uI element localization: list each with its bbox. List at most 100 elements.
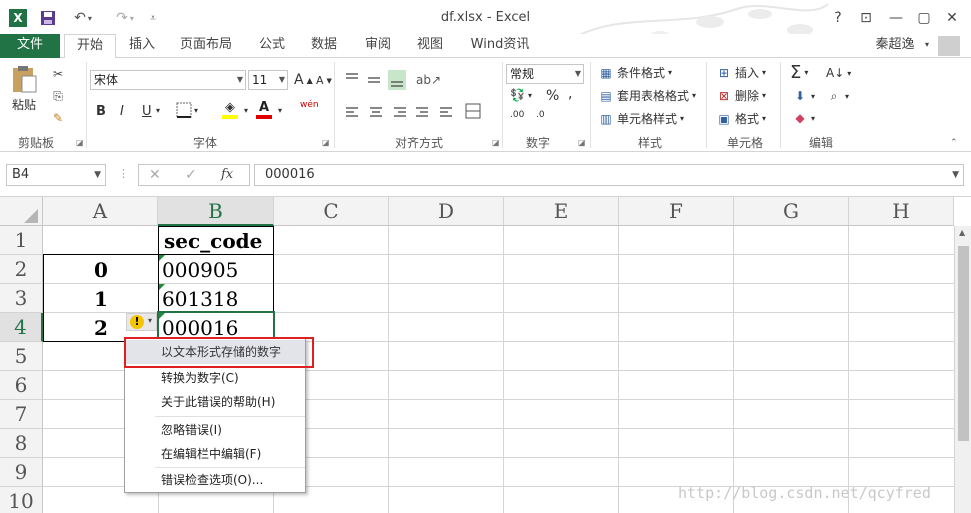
tab-home[interactable]: 开始 — [64, 34, 116, 59]
tab-data[interactable]: 数据 — [302, 34, 346, 58]
cell-a3[interactable]: 1 — [94, 287, 108, 311]
font-name-combo[interactable]: 宋体 ▼ — [90, 70, 246, 90]
row-header-8[interactable]: 8 — [0, 429, 43, 458]
cut-icon[interactable]: ✂ — [50, 66, 66, 82]
maximize-button[interactable]: ▢ — [912, 8, 936, 28]
borders-dropdown-icon[interactable]: ▾ — [194, 106, 198, 115]
tab-wind[interactable]: Wind资讯 — [464, 34, 536, 58]
font-color-dropdown-icon[interactable]: ▾ — [278, 106, 282, 115]
row-header-10[interactable]: 10 — [0, 487, 43, 513]
close-button[interactable]: ✕ — [940, 8, 964, 28]
clear-icon[interactable]: ◆ ▾ — [792, 110, 815, 126]
column-header-a[interactable]: A — [43, 197, 158, 226]
font-color-button[interactable]: A — [256, 100, 272, 119]
formula-input[interactable]: 000016 ▼ — [254, 164, 964, 186]
cell-b1[interactable]: sec_code — [164, 229, 262, 253]
paste-button[interactable]: 粘贴 — [10, 64, 38, 113]
tab-file[interactable]: 文件 — [0, 34, 60, 58]
minimize-button[interactable]: — — [884, 8, 908, 28]
row-header-5[interactable]: 5 — [0, 342, 43, 371]
italic-button[interactable]: I — [120, 104, 124, 119]
format-cells-button[interactable]: ▣ 格式 ▾ — [716, 110, 766, 127]
fill-color-button[interactable]: ◈ — [222, 100, 238, 119]
alignment-launcher-icon[interactable]: ◪ — [492, 138, 500, 147]
column-header-h[interactable]: H — [849, 197, 954, 226]
conditional-formatting-button[interactable]: ▦ 条件格式 ▾ — [598, 64, 672, 81]
insert-function-icon[interactable]: fx — [221, 167, 233, 182]
copy-icon[interactable]: ⎘ — [50, 88, 66, 104]
column-header-d[interactable]: D — [389, 197, 504, 226]
cell-styles-button[interactable]: ▥ 单元格样式 ▾ — [598, 110, 684, 127]
percent-button[interactable]: % — [546, 88, 559, 104]
alignment-icons[interactable]: ab↗ — [344, 70, 504, 130]
fill-color-dropdown-icon[interactable]: ▾ — [244, 106, 248, 115]
row-header-4[interactable]: 4 — [0, 313, 43, 342]
cancel-icon[interactable]: ✕ — [149, 167, 161, 183]
accounting-format-icon[interactable]: 💱 ▾ — [510, 88, 532, 102]
font-size-combo[interactable]: 11 ▼ — [248, 70, 288, 90]
clipboard-launcher-icon[interactable]: ◪ — [76, 138, 84, 147]
number-launcher-icon[interactable]: ◪ — [578, 138, 586, 147]
find-select-icon[interactable]: ⌕ ▾ — [826, 88, 849, 104]
scroll-up-icon[interactable]: ▲ — [959, 228, 965, 237]
row-header-7[interactable]: 7 — [0, 400, 43, 429]
menu-item-help-on-error[interactable]: 关于此错误的帮助(H) — [125, 390, 305, 414]
user-dropdown-icon[interactable]: ▾ — [920, 34, 934, 58]
bold-button[interactable]: B — [96, 104, 106, 119]
font-launcher-icon[interactable]: ◪ — [322, 138, 330, 147]
select-all-corner[interactable] — [0, 197, 43, 226]
underline-button[interactable]: U — [142, 104, 152, 119]
row-header-3[interactable]: 3 — [0, 284, 43, 313]
menu-item-ignore-error[interactable]: 忽略错误(I) — [125, 418, 305, 442]
menu-item-convert-to-number[interactable]: 转换为数字(C) — [125, 366, 305, 390]
cell-a2[interactable]: 0 — [94, 258, 108, 282]
resize-handle-icon[interactable]: ⋮ — [118, 167, 129, 180]
help-button[interactable]: ? — [826, 8, 850, 28]
worksheet-grid[interactable]: A B C D E F G H 1 2 3 4 5 6 7 8 9 10 sec… — [0, 197, 971, 513]
format-as-table-button[interactable]: ▤ 套用表格格式 ▾ — [598, 87, 696, 104]
format-painter-icon[interactable]: ✎ — [50, 110, 66, 126]
row-header-6[interactable]: 6 — [0, 371, 43, 400]
name-box[interactable]: B4 ▼ — [6, 164, 106, 186]
tab-insert[interactable]: 插入 — [120, 34, 164, 58]
grow-font-button[interactable]: A ▲ — [294, 72, 313, 88]
phonetic-button[interactable]: wén — [300, 100, 319, 110]
cell-b2[interactable]: 000905 — [162, 258, 238, 282]
comma-style-icon[interactable]: , — [568, 86, 572, 102]
column-header-b[interactable]: B — [158, 197, 274, 226]
column-header-e[interactable]: E — [504, 197, 619, 226]
column-header-f[interactable]: F — [619, 197, 734, 226]
sort-filter-icon[interactable]: A↓ ▾ — [826, 66, 851, 80]
enter-icon[interactable]: ✓ — [185, 167, 197, 183]
fill-icon[interactable]: ⬇ ▾ — [792, 88, 815, 104]
tab-view[interactable]: 视图 — [408, 34, 452, 58]
avatar[interactable] — [938, 36, 960, 56]
underline-dropdown-icon[interactable]: ▾ — [156, 106, 160, 115]
tab-formulas[interactable]: 公式 — [250, 34, 294, 58]
row-header-1[interactable]: 1 — [0, 226, 43, 255]
menu-item-error-checking-options[interactable]: 错误检查选项(O)... — [125, 468, 305, 492]
tab-page-layout[interactable]: 页面布局 — [172, 34, 240, 58]
cell-b3[interactable]: 601318 — [162, 287, 238, 311]
borders-icon[interactable] — [176, 102, 192, 118]
column-header-g[interactable]: G — [734, 197, 849, 226]
autosum-button[interactable]: Σ ▾ — [790, 62, 808, 83]
menu-item-edit-in-formula-bar[interactable]: 在编辑栏中编辑(F) — [125, 442, 305, 466]
vertical-scrollbar[interactable]: ▲ — [954, 226, 971, 513]
error-checking-button[interactable]: ! ▾ — [126, 313, 157, 331]
delete-cells-button[interactable]: ⊠ 删除 ▾ — [716, 87, 766, 104]
column-header-c[interactable]: C — [274, 197, 389, 226]
tab-review[interactable]: 审阅 — [356, 34, 400, 58]
decrease-decimal-icon[interactable]: .0 — [536, 110, 545, 120]
cell-a4[interactable]: 2 — [94, 316, 108, 340]
number-format-combo[interactable]: 常规 ▼ — [506, 64, 584, 84]
shrink-font-button[interactable]: A ▼ — [316, 74, 332, 87]
user-name[interactable]: 秦超逸 — [870, 34, 920, 58]
row-header-2[interactable]: 2 — [0, 255, 43, 284]
insert-cells-button[interactable]: ⊞ 插入 ▾ — [716, 64, 766, 81]
ribbon-display-button[interactable]: ⊡ — [854, 8, 878, 28]
collapse-ribbon-icon[interactable]: ⌃ — [950, 138, 958, 148]
row-header-9[interactable]: 9 — [0, 458, 43, 487]
increase-decimal-icon[interactable]: .00 — [510, 110, 524, 120]
scrollbar-thumb[interactable] — [958, 246, 969, 441]
